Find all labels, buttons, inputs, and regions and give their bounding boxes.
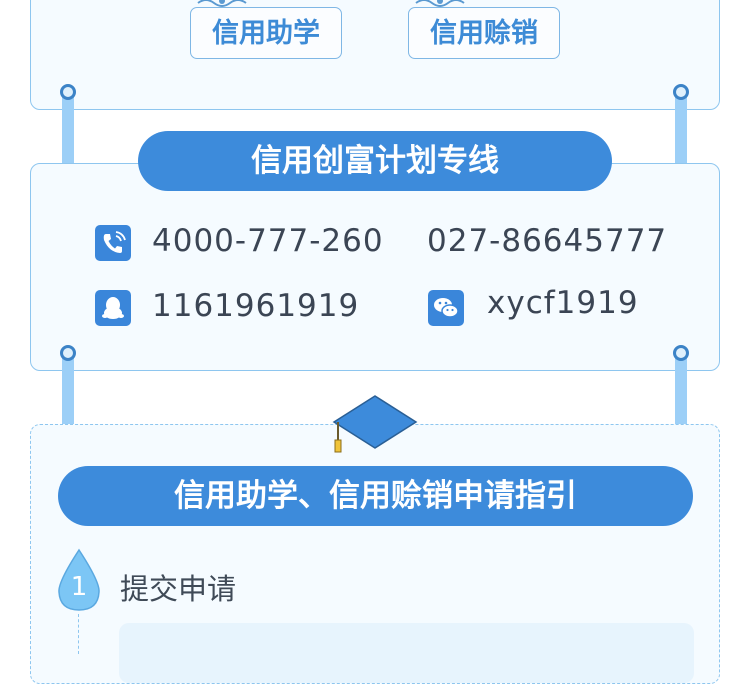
step-content-box <box>119 623 694 683</box>
phone-number-1[interactable]: 4000-777-260 <box>152 223 384 259</box>
tag-credit-sale[interactable]: 信用赊销 <box>408 7 560 59</box>
step-label: 提交申请 <box>120 572 237 606</box>
hotline-title: 信用创富计划专线 <box>138 131 612 191</box>
tag-decoration-right <box>414 0 476 7</box>
phone-number-2[interactable]: 027-86645777 <box>427 223 667 259</box>
hotline-card <box>30 163 720 371</box>
step-number: 1 <box>70 572 88 602</box>
connector-knob <box>60 345 76 361</box>
connector-knob <box>60 84 76 100</box>
wechat-icon <box>428 290 464 326</box>
tag-decoration-left <box>196 0 258 7</box>
qq-number[interactable]: 1161961919 <box>152 288 359 324</box>
graduation-cap-icon <box>330 394 420 456</box>
wechat-id[interactable]: xycf1919 <box>487 285 639 321</box>
guide-title: 信用助学、信用赊销申请指引 <box>58 466 693 526</box>
top-card <box>30 0 720 110</box>
phone-icon <box>95 225 131 261</box>
connector-knob <box>673 345 689 361</box>
step-timeline-line <box>78 614 79 654</box>
qq-icon <box>95 290 131 326</box>
tag-credit-study[interactable]: 信用助学 <box>190 7 342 59</box>
connector-knob <box>673 84 689 100</box>
